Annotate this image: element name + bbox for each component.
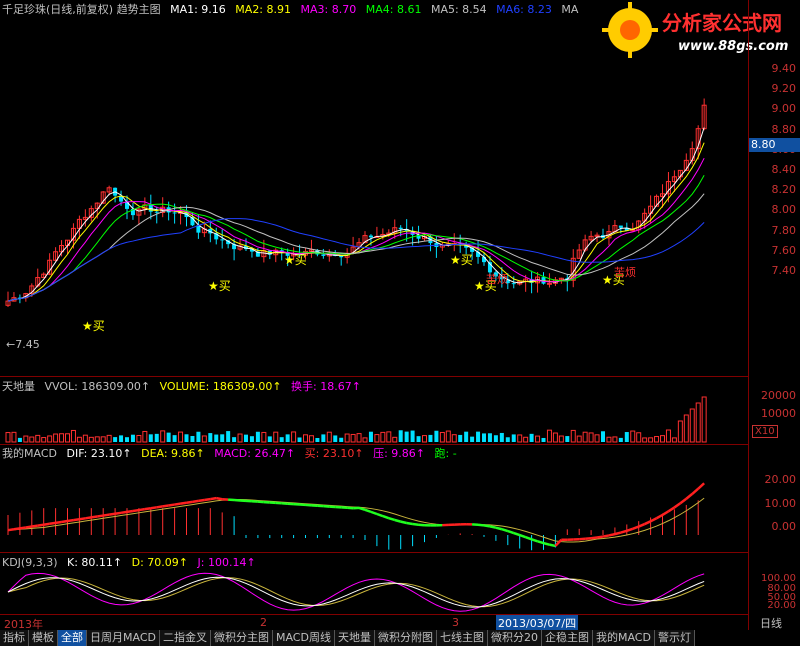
tab-seven-line-main[interactable]: 七线主图: [436, 630, 488, 646]
kdj-label-20: 20.00: [767, 600, 796, 611]
macd-dea: DEA: 9.86↑: [141, 447, 205, 460]
volume-chart[interactable]: [0, 392, 748, 444]
svg-text:★买: ★买: [82, 319, 105, 333]
tab-calculus-sub[interactable]: 微积分附图: [374, 630, 437, 646]
price-label: 7.40: [771, 264, 797, 277]
time-axis: 2013年 2 3 2013/03/07/四: [0, 614, 748, 631]
svg-text:苦烦: 苦烦: [486, 273, 508, 286]
macd-label-10: 10.00: [764, 497, 797, 510]
tab-macd-weekly[interactable]: MACD周线: [272, 630, 335, 646]
ma3-value: MA3: 8.70: [300, 3, 357, 16]
kdj-chart[interactable]: [0, 568, 748, 614]
macd-label-0: 0.00: [771, 520, 797, 533]
svg-text:苦烦: 苦烦: [614, 266, 636, 279]
macd-press: 压: 9.86↑: [373, 447, 425, 460]
axis-feb: 2: [260, 616, 267, 629]
tab-stabilize-main[interactable]: 企稳主图: [541, 630, 593, 646]
ma5-value: MA5: 8.54: [430, 3, 487, 16]
tab-warning-light[interactable]: 警示灯: [654, 630, 695, 646]
price-label: 8.80: [771, 122, 797, 136]
tab-template[interactable]: 模板: [29, 630, 58, 646]
axis-mar: 3: [452, 616, 459, 629]
tab-my-macd[interactable]: 我的MACD: [592, 630, 655, 646]
current-price-label: 8.80: [749, 138, 800, 152]
tab-all[interactable]: 全部: [58, 630, 87, 646]
ma7-value: MA: [561, 3, 579, 16]
macd-title: 我的MACD: [2, 447, 57, 460]
price-label: 8.40: [771, 163, 797, 176]
ma2-value: MA2: 8.91: [235, 3, 292, 16]
macd-label-20: 20.00: [764, 473, 797, 486]
vol-label-20000: 20000: [761, 389, 796, 402]
price-chart[interactable]: ★买★买★买 ★买★买 ★买苦烦苦烦←7.45: [0, 18, 748, 376]
macd-dif: DIF: 23.10↑: [66, 447, 132, 460]
tab-golden-cross[interactable]: 二指金叉: [159, 630, 211, 646]
svg-text:★买: ★买: [284, 253, 307, 267]
price-label: 7.60: [771, 243, 797, 257]
vol-label-10000: 10000: [761, 407, 796, 420]
macd-header: 我的MACD DIF: 23.10↑ DEA: 9.86↑ MACD: 26.4…: [2, 447, 463, 461]
macd-buy: 买: 23.10↑: [304, 447, 364, 460]
ma1-value: MA1: 9.16: [170, 3, 226, 16]
main-chart-title: 千足珍珠(日线,前复权) 趋势主图: [2, 3, 161, 16]
main-chart-header: 千足珍珠(日线,前复权) 趋势主图 MA1: 9.16 MA2: 8.91 MA…: [2, 3, 584, 17]
price-label: 9.40: [771, 62, 797, 75]
macd-macd: MACD: 26.47↑: [214, 447, 296, 460]
tab-indicator[interactable]: 指标: [0, 630, 29, 646]
ma6-value: MA6: 8.23: [496, 3, 552, 16]
period-label[interactable]: 日线: [760, 615, 782, 631]
svg-text:←7.45: ←7.45: [6, 338, 40, 351]
macd-run: 跑: -: [434, 447, 457, 460]
tab-calculus-main[interactable]: 微积分主图: [210, 630, 273, 646]
price-label: 8.20: [771, 183, 797, 197]
price-label: 7.80: [771, 223, 797, 237]
price-label: 9.00: [771, 102, 797, 116]
ma4-value: MA4: 8.61: [365, 3, 422, 16]
tab-sky-earth-volume[interactable]: 天地量: [334, 630, 375, 646]
price-label: 8.00: [771, 203, 797, 217]
price-label: 9.20: [771, 82, 797, 96]
vol-scale: X10: [752, 425, 778, 438]
tab-daily-weekly-monthly-macd[interactable]: 日周月MACD: [87, 630, 160, 646]
indicator-tab-bar: 指标 模板 全部 日周月MACD 二指金叉 微积分主图 MACD周线 天地量 微…: [0, 630, 800, 646]
cursor-date: 2013/03/07/四: [496, 615, 579, 631]
macd-chart[interactable]: [0, 460, 748, 552]
svg-text:★买: ★买: [208, 279, 231, 293]
svg-text:★买: ★买: [450, 253, 473, 267]
tab-calculus-20[interactable]: 微积分20: [487, 630, 542, 646]
